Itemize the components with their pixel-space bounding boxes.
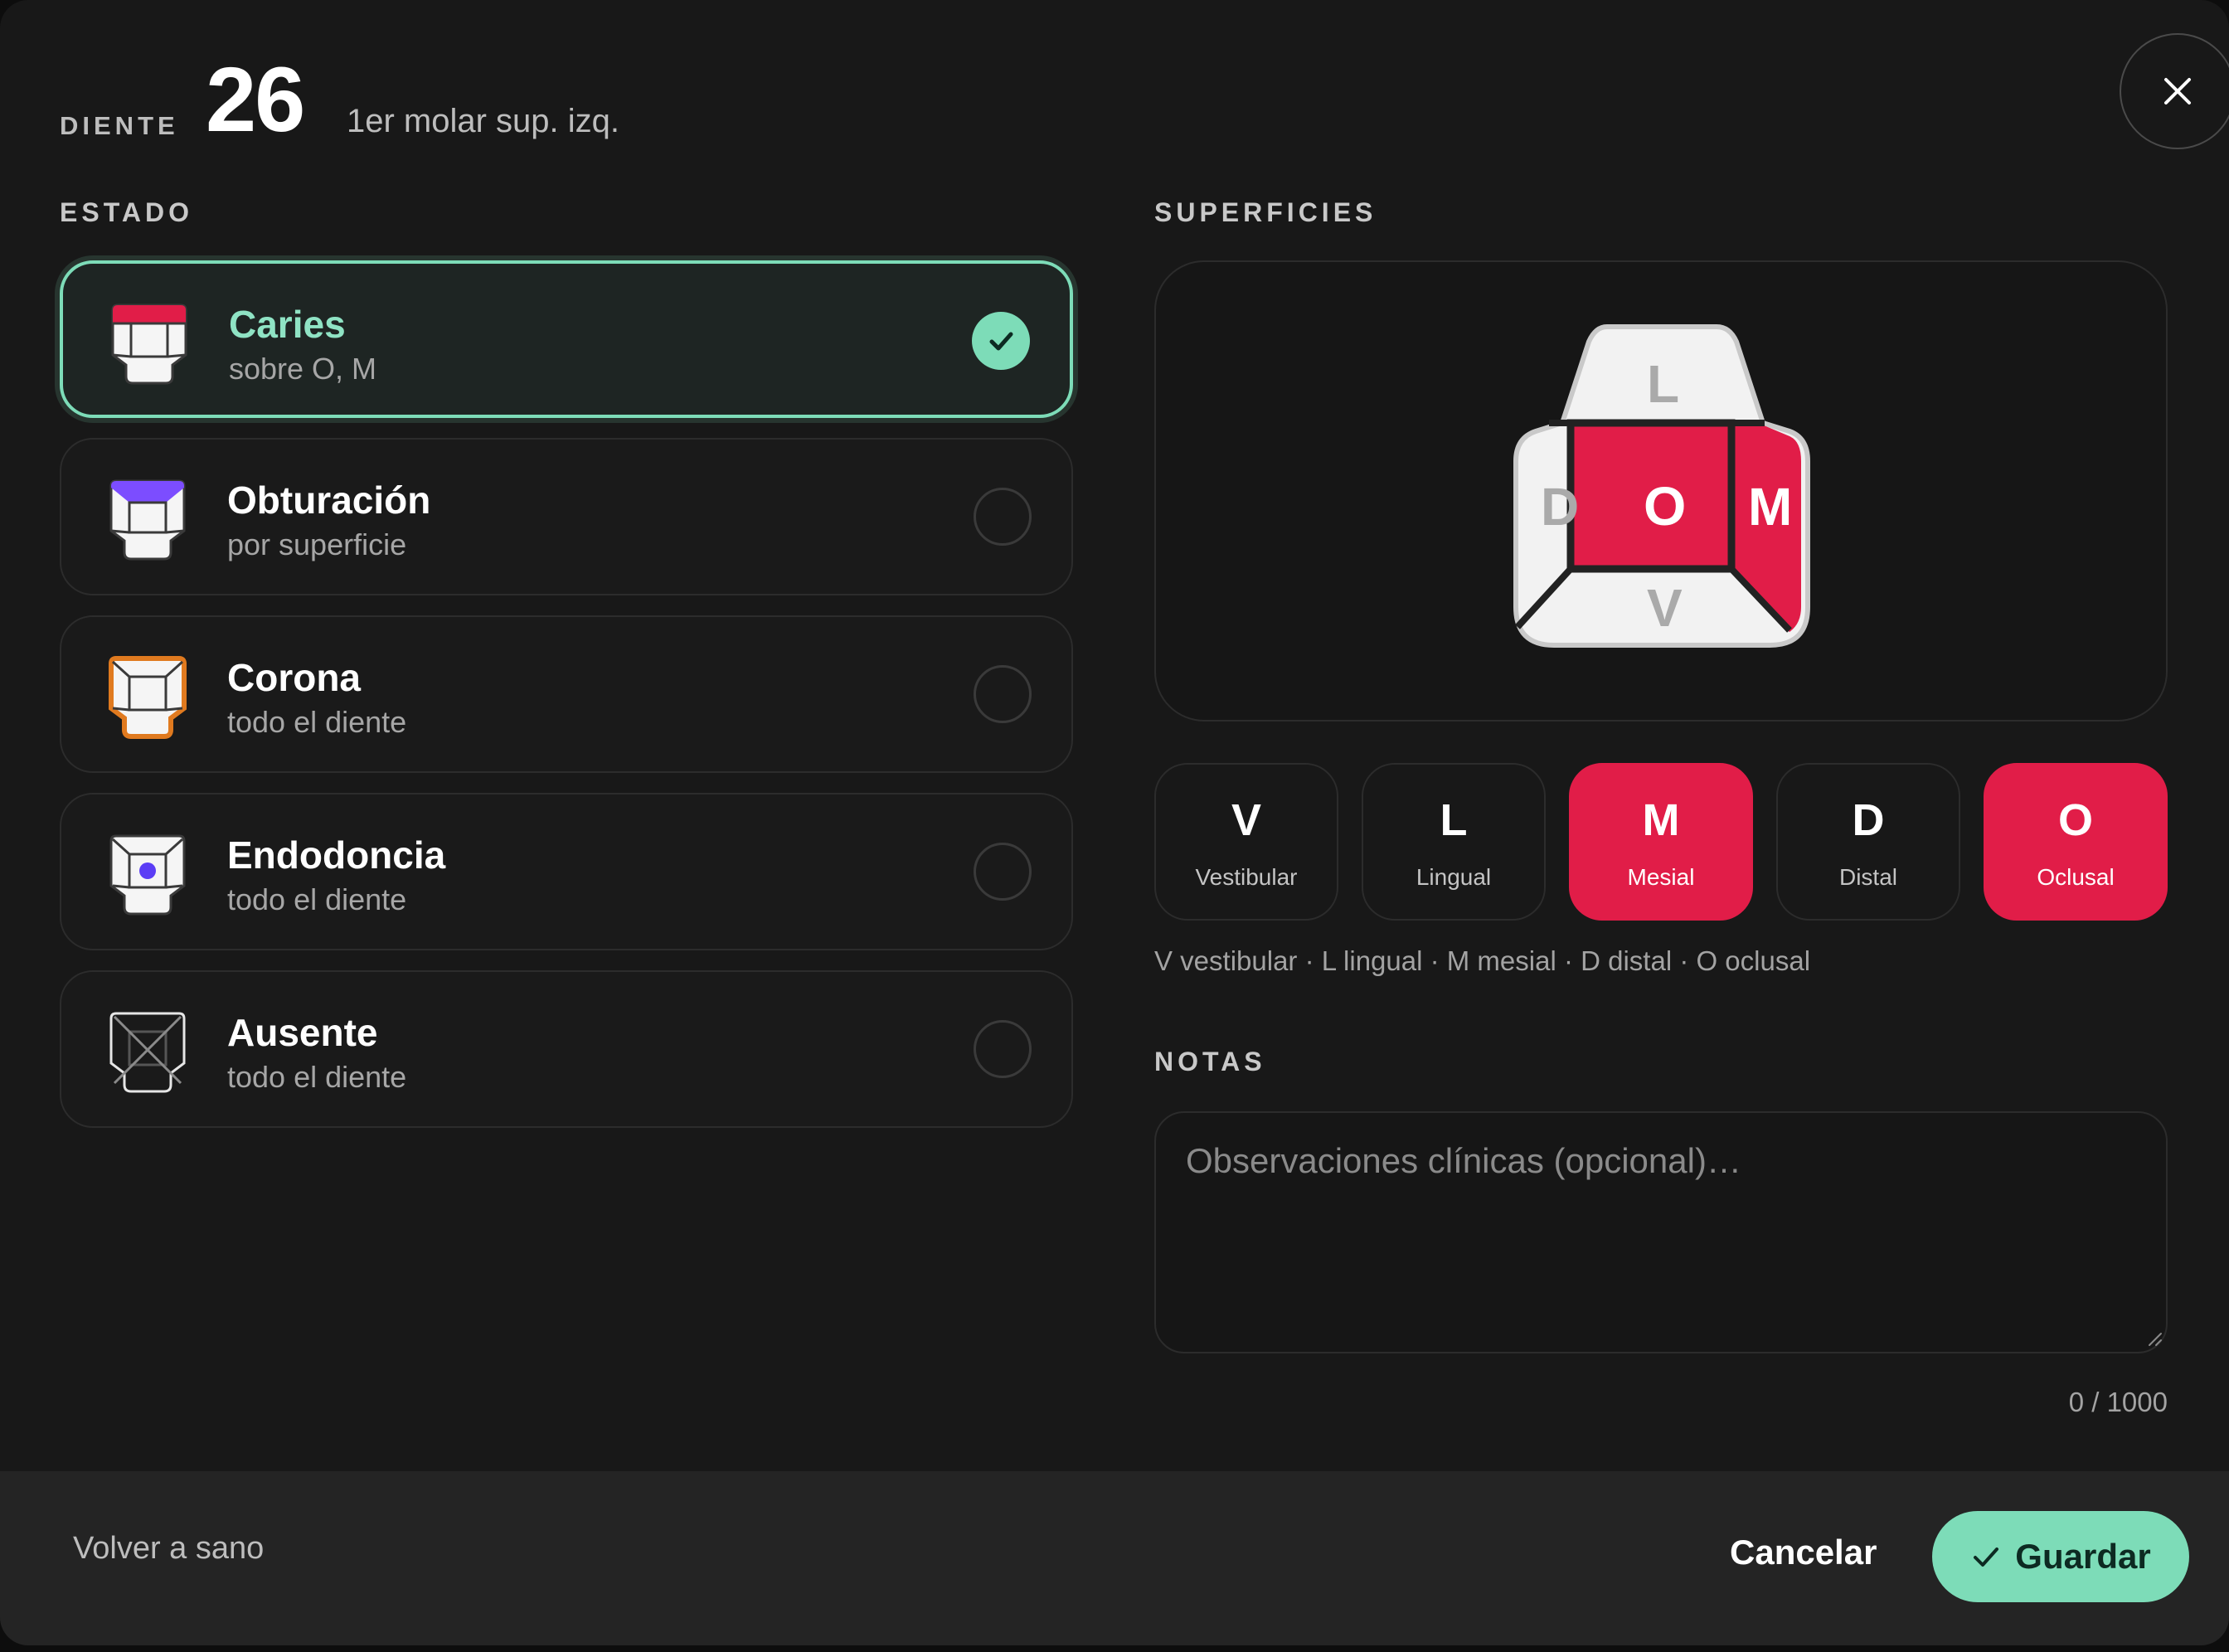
estado-title: Corona bbox=[227, 656, 361, 699]
save-label: Guardar bbox=[2015, 1537, 2151, 1576]
surface-legend: V vestibular · L lingual · M mesial · D … bbox=[1154, 945, 1811, 976]
estado-title: Endodoncia bbox=[227, 833, 446, 877]
notas-label: NOTAS bbox=[1154, 1047, 1266, 1076]
estado-subtitle: sobre O, M bbox=[229, 352, 377, 386]
surface-button-mesial[interactable]: M Mesial bbox=[1569, 763, 1753, 921]
surface-name: Vestibular bbox=[1195, 864, 1298, 890]
estado-option-caries[interactable]: Caries sobre O, M bbox=[60, 260, 1073, 418]
close-icon bbox=[2164, 78, 2191, 104]
surface-button-vestibular[interactable]: V Vestibular bbox=[1154, 763, 1338, 921]
estado-title: Ausente bbox=[227, 1011, 378, 1054]
modal-footer: Volver a sano Cancelar Guardar bbox=[0, 1471, 2229, 1645]
surface-name: Mesial bbox=[1627, 864, 1695, 890]
estado-label: ESTADO bbox=[60, 197, 193, 227]
radio-unselected bbox=[974, 665, 1032, 723]
surface-letter: D bbox=[1852, 795, 1885, 845]
estado-title: Caries bbox=[229, 303, 346, 346]
ausente-tooth-icon bbox=[109, 1012, 186, 1093]
radio-unselected bbox=[974, 488, 1032, 546]
diagram-label-l: L bbox=[1647, 354, 1680, 414]
estado-option-ausente[interactable]: Ausente todo el diente bbox=[60, 970, 1073, 1128]
reset-healthy-button[interactable]: Volver a sano bbox=[73, 1531, 264, 1567]
diagram-label-d: D bbox=[1541, 477, 1580, 537]
estado-option-obturacion[interactable]: Obturación por superficie bbox=[60, 438, 1073, 595]
close-button[interactable] bbox=[2120, 33, 2229, 149]
surface-letter: V bbox=[1231, 795, 1262, 845]
tooth-edit-modal: DIENTE 26 1er molar sup. izq. ESTADO Car… bbox=[0, 0, 2229, 1645]
surface-name: Oclusal bbox=[2037, 864, 2115, 890]
surface-name: Lingual bbox=[1416, 864, 1492, 890]
superficies-label: SUPERFICIES bbox=[1154, 197, 1377, 227]
tooth-label: DIENTE bbox=[60, 111, 179, 140]
radio-unselected bbox=[974, 843, 1032, 901]
surface-button-lingual[interactable]: L Lingual bbox=[1362, 763, 1546, 921]
char-counter: 0 / 1000 bbox=[2068, 1387, 2168, 1417]
surface-button-oclusal[interactable]: O Oclusal bbox=[1984, 763, 2168, 921]
caries-tooth-icon bbox=[111, 304, 187, 385]
estado-subtitle: por superficie bbox=[227, 527, 407, 561]
estado-option-endodoncia[interactable]: Endodoncia todo el diente bbox=[60, 793, 1073, 950]
corona-tooth-icon bbox=[109, 656, 187, 739]
check-icon bbox=[989, 332, 1013, 351]
estado-subtitle: todo el diente bbox=[227, 882, 407, 916]
surface-letter: M bbox=[1642, 795, 1680, 845]
diagram-label-m: M bbox=[1748, 477, 1793, 537]
diagram-label-o: O bbox=[1644, 475, 1687, 537]
estado-subtitle: todo el diente bbox=[227, 705, 407, 739]
estado-title: Obturación bbox=[227, 479, 431, 522]
surface-letter: O bbox=[2057, 795, 2093, 845]
tooth-number: 26 bbox=[206, 49, 305, 151]
cancel-button[interactable]: Cancelar bbox=[1730, 1533, 1877, 1572]
resize-grip-icon[interactable] bbox=[2146, 1330, 2163, 1347]
selected-check bbox=[972, 312, 1030, 370]
notes-textarea[interactable] bbox=[1154, 1111, 2168, 1353]
surface-button-distal[interactable]: D Distal bbox=[1776, 763, 1960, 921]
save-button[interactable]: Guardar bbox=[1932, 1511, 2189, 1602]
estado-option-corona[interactable]: Corona todo el diente bbox=[60, 615, 1073, 773]
surface-name: Distal bbox=[1838, 864, 1897, 890]
tooth-surface-diagram: L D O M V bbox=[1154, 260, 2168, 722]
obturacion-tooth-icon bbox=[109, 479, 186, 561]
tooth-description: 1er molar sup. izq. bbox=[347, 103, 620, 139]
surface-letter: L bbox=[1440, 795, 1468, 845]
endodoncia-tooth-icon bbox=[109, 834, 186, 916]
radio-unselected bbox=[974, 1020, 1032, 1078]
diagram-label-v: V bbox=[1647, 578, 1683, 638]
estado-subtitle: todo el diente bbox=[227, 1060, 407, 1094]
check-icon bbox=[1974, 1548, 1999, 1567]
